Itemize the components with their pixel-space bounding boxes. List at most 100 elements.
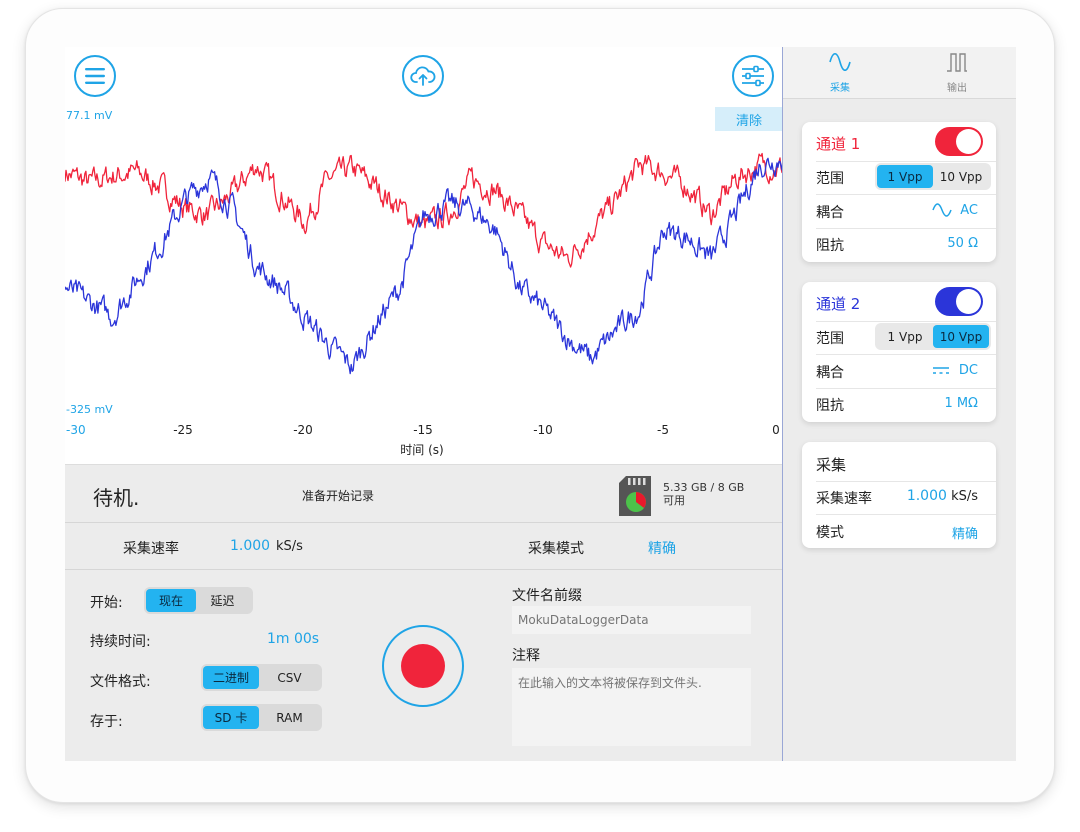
acquisition-card: 采集 采集速率 1.000 kS/s 模式 精确 [802,442,996,548]
divider [816,354,996,355]
settings-button[interactable] [732,55,774,97]
rate-value[interactable]: 1.000 [230,538,270,554]
divider [816,161,996,162]
main-area: 清除 77.1 mV -325 mV -30 -25 -20 -15 -10 -… [65,47,783,761]
divider [816,481,996,482]
record-dot-icon [401,644,445,688]
x-tick: -20 [293,423,313,437]
duration-label: 持续时间: [90,634,151,650]
acq-rate-value: 1.000 [906,488,947,504]
channel1-impedance-label: 阻抗 [816,238,844,254]
start-label: 开始: [90,595,123,611]
divider [816,228,996,229]
save-label: 存于: [90,714,123,730]
status-bar: 待机. 准备开始记录 5.33 GB / 8 GB 可用 [65,465,783,523]
sd-card-icon [619,476,651,516]
storage-capacity: 5.33 GB / 8 GB [663,481,745,494]
start-now-option[interactable]: 现在 [146,589,196,612]
channel2-range-1vpp[interactable]: 1 Vpp [877,325,933,348]
channel1-range-segmented: 1 Vpp 10 Vpp [875,163,991,190]
side-panel: 采集 输出 通道 1 范围 1 Vpp 10 Vpp 耦合 AC 阻抗 50 Ω… [783,47,1016,761]
prefix-label: 文件名前缀 [512,588,582,604]
acq-mode-value[interactable]: 精确 [952,523,978,542]
sine-wave-icon [829,52,851,72]
notes-input[interactable] [512,668,751,746]
channel2-impedance-value[interactable]: 1 MΩ [944,396,978,411]
rate-unit: kS/s [276,539,303,554]
channel1-range-1vpp[interactable]: 1 Vpp [877,165,933,188]
channel1-coupling-value[interactable]: AC [960,203,978,218]
storage-text: 5.33 GB / 8 GB 可用 [663,481,744,507]
channel2-range-10vpp[interactable]: 10 Vpp [933,325,989,348]
x-tick: 0 [772,423,780,437]
x-tick: -15 [413,423,433,437]
format-segmented: 二进制 CSV [201,664,322,691]
mode-value[interactable]: 精确 [648,538,676,558]
cloud-upload-icon [410,66,436,86]
format-binary-option[interactable]: 二进制 [203,666,259,689]
acq-rate-label: 采集速率 [816,491,872,507]
x-tick: -10 [533,423,553,437]
divider [816,194,996,195]
acq-mode-label: 模式 [816,525,844,541]
duration-value[interactable]: 1m 00s [267,631,319,647]
prefix-input[interactable] [512,606,751,634]
rate-label: 采集速率 [123,541,179,557]
clear-button[interactable]: 清除 [715,107,783,131]
upload-button[interactable] [402,55,444,97]
record-controls: 开始: 现在 延迟 持续时间: 1m 00s 文件格式: 二进制 CSV 存于:… [65,570,783,761]
x-tick: -30 [66,423,86,437]
save-sd-option[interactable]: SD 卡 [203,706,259,729]
acquisition-title: 采集 [816,456,847,474]
divider [816,388,996,389]
channel1-card: 通道 1 范围 1 Vpp 10 Vpp 耦合 AC 阻抗 50 Ω [802,122,996,262]
format-csv-option[interactable]: CSV [259,666,320,689]
save-segmented: SD 卡 RAM [201,704,322,731]
plot-area[interactable] [65,131,783,421]
sliders-icon [742,65,764,87]
storage-available: 可用 [663,494,685,507]
notes-label: 注释 [512,648,540,664]
menu-button[interactable] [74,55,116,97]
ready-text: 准备开始记录 [302,489,375,503]
side-tabs: 采集 输出 [783,47,1016,99]
divider [816,321,996,322]
format-label: 文件格式: [90,674,151,690]
channel2-card: 通道 2 范围 1 Vpp 10 Vpp 耦合 DC 阻抗 1 MΩ [802,282,996,422]
tab-acquire-label: 采集 [830,83,850,94]
state-text: 待机. [93,486,140,510]
start-segmented: 现在 延迟 [144,587,253,614]
channel1-toggle[interactable] [935,127,983,156]
channel2-trace [65,157,783,375]
rate-row: 采集速率 1.000 kS/s 采集模式 精确 [65,523,783,570]
square-wave-icon [947,53,967,72]
x-axis-label: 时间 (s) [400,443,444,457]
channel2-range-segmented: 1 Vpp 10 Vpp [875,323,991,350]
channel1-range-label: 范围 [816,171,844,187]
toggle-knob [956,289,981,314]
channel2-coupling-value[interactable]: DC [959,363,978,378]
divider [816,514,996,515]
dc-icon [933,367,949,374]
mode-label: 采集模式 [528,541,584,557]
save-ram-option[interactable]: RAM [259,706,320,729]
channel1-impedance-value[interactable]: 50 Ω [947,236,978,251]
channel1-coupling-label: 耦合 [816,205,844,221]
plot-panel: 清除 77.1 mV -325 mV -30 -25 -20 -15 -10 -… [65,47,783,465]
acq-rate[interactable]: 1.000 kS/s [907,488,978,504]
channel2-toggle[interactable] [935,287,983,316]
channel1-title: 通道 1 [816,135,861,153]
hamburger-icon [85,68,105,84]
ac-wave-icon [932,203,952,217]
app-screen: 清除 77.1 mV -325 mV -30 -25 -20 -15 -10 -… [65,47,1016,761]
tab-output[interactable]: 输出 [927,51,987,94]
channel1-range-10vpp[interactable]: 10 Vpp [933,165,989,188]
record-button[interactable] [382,625,464,707]
start-delay-option[interactable]: 延迟 [196,589,249,612]
tab-acquire[interactable]: 采集 [810,51,870,94]
tab-output-label: 输出 [947,83,967,94]
y-max-label: 77.1 mV [66,109,113,122]
channel2-title: 通道 2 [816,295,861,313]
toggle-knob [956,129,981,154]
acq-rate-unit: kS/s [951,489,978,504]
